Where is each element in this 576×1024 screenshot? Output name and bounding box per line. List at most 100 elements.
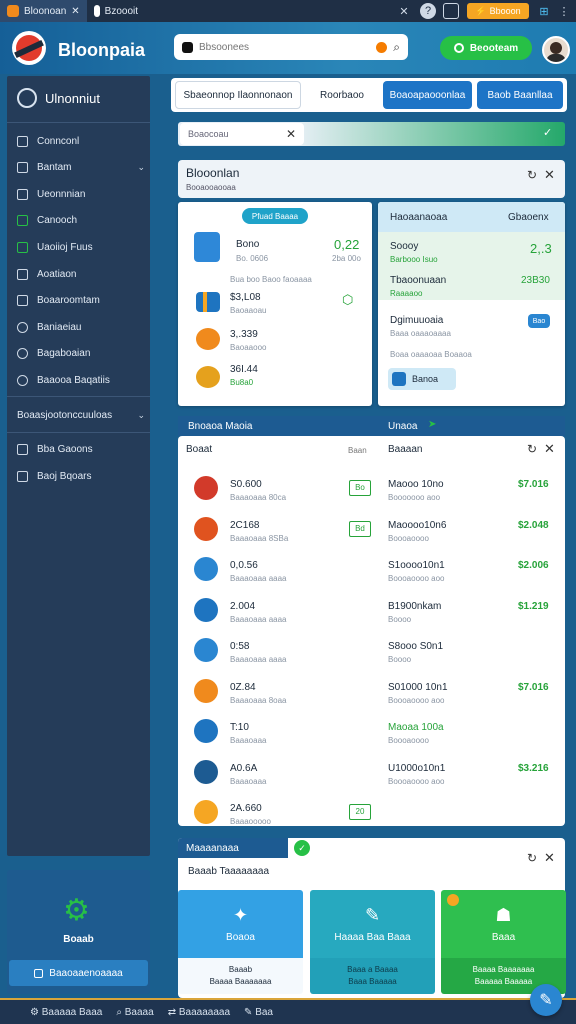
panel-tab[interactable]: Maaaanaaa (178, 838, 288, 858)
grid-icon (17, 135, 28, 147)
toolbar-pill-4[interactable]: Baob Baanllaa (477, 81, 563, 109)
row-icon (194, 638, 218, 662)
close-icon[interactable]: ✕ (544, 441, 555, 457)
card-line: Baaa a Baaaa (347, 965, 398, 974)
row-icon (194, 719, 218, 743)
sidebar-item-9[interactable]: Bagaboaian (17, 345, 145, 363)
chart-icon (17, 295, 28, 307)
row-sub: Baaaooooo (230, 817, 271, 826)
card-action-button[interactable]: Banoa (388, 368, 456, 390)
row-value: 2C168 (230, 519, 260, 531)
row-chip[interactable]: Bao (528, 314, 550, 328)
card-header-right: Gbaoenx (508, 212, 549, 223)
toolbar-pill-3[interactable]: Boaoapaooonlaa (383, 81, 472, 109)
row-tag[interactable]: 20 (349, 804, 371, 820)
sidebar-item-8[interactable]: Baniaeiau (17, 318, 145, 336)
sidebar-item-7[interactable]: Boaaroomtam (17, 292, 145, 310)
close-icon[interactable]: ✕ (286, 127, 296, 141)
sidebar-item-extra-1[interactable]: Bba Gaoons (17, 440, 145, 458)
row-sub: Boooaoooo (388, 736, 429, 745)
list-panel: Boaat Baan Baaaan ↻ ✕ S0.600 Baaaoaaa 80c… (178, 436, 565, 826)
summary-card: Pfuad Baaaa Bono Bo. 0606 0,22 2ba 00o B… (178, 202, 372, 406)
sidebar-item-6[interactable]: Aoatiaon (17, 265, 145, 283)
card-bottom: Baaab Baaaa Baaaaaaa (178, 958, 303, 994)
device-icon (194, 232, 220, 262)
row-amount: $7.016 (518, 681, 549, 693)
sidebar-item-4[interactable]: Canooch (17, 212, 145, 230)
row-value: 2,.3 (530, 241, 552, 256)
chevron-down-icon: ⌄ (137, 162, 145, 173)
circle-icon (453, 43, 464, 53)
card-top: ✎ Haaaa Baa Baaa (310, 890, 435, 958)
gear-icon[interactable]: ⚙ (63, 896, 90, 926)
tab-bloonoan[interactable]: Bloonoan ✕ (0, 0, 87, 22)
status-label: Baaaa (124, 1006, 154, 1018)
sidebar-item-1[interactable]: Connconl (17, 132, 145, 150)
filter-input[interactable]: Boaocoau ✕ (180, 123, 304, 145)
row-sub: Baaaoaaa 8SBa (230, 533, 289, 543)
settings-icon (17, 374, 28, 386)
item-sub: Bo. 0606 (236, 254, 269, 263)
windows-icon[interactable]: ⊞ (536, 3, 552, 19)
close-icon[interactable]: ✕ (71, 6, 79, 17)
close-icon[interactable]: ✕ (544, 850, 555, 866)
item-label: 3,.339 (230, 329, 258, 340)
status-item-2[interactable]: ⌕ Baaaa (116, 1007, 153, 1018)
item-value: 0,22 (334, 237, 360, 252)
status-item-3[interactable]: ⇄ Baaaaaaaa (168, 1007, 230, 1018)
card-chip[interactable]: Pfuad Baaaa (242, 208, 308, 224)
tab-label: Bloonoan (24, 5, 67, 17)
panel-title: Blooonlan (186, 166, 240, 180)
feature-card-1[interactable]: ✦ Boaoa Baaab Baaaa Baaaaaaa (178, 890, 303, 994)
settings-button[interactable]: Baaoaaenoaaaa (9, 960, 148, 986)
sidebar-settings-card: ⚙ Boaab Baaoaaenoaaaa (7, 870, 150, 994)
toolbar-pill-2[interactable]: Roorbaoo (306, 81, 378, 109)
cta-label: Beooteam (469, 42, 519, 54)
menu-icon[interactable]: ⋮ (556, 3, 572, 19)
row-value: 0:58 (230, 641, 250, 652)
check-icon[interactable]: ✓ (543, 126, 552, 139)
row-sub: Baaaoaaa aaaa (230, 614, 287, 624)
feature-card-3[interactable]: ☗ Baaa Baaaa Baaaaaaa Baaaaa Baaaaa (441, 890, 566, 994)
row-icon (194, 597, 218, 622)
search-icon[interactable]: ⌕ (393, 40, 400, 55)
avatar[interactable] (542, 36, 570, 64)
profile-icon (182, 41, 193, 53)
tab-bzoooit[interactable]: Bzoooit (87, 0, 145, 22)
status-item-1[interactable]: ⚙ Baaaaa Baaa (30, 1007, 102, 1018)
item-value-sub: 2ba 00o (332, 254, 361, 263)
sidebar-item-label: Baniaeiau (37, 321, 82, 333)
row-value: 0Z.84 (230, 681, 256, 693)
search-input[interactable] (199, 41, 371, 53)
row-tag[interactable]: Bd (349, 520, 371, 537)
close-icon[interactable]: ✕ (396, 3, 412, 19)
primary-action-button[interactable]: Beooteam (440, 36, 532, 60)
close-icon[interactable]: ✕ (544, 167, 555, 183)
refresh-icon[interactable]: ↻ (527, 442, 537, 456)
help-icon[interactable]: ? (420, 3, 436, 19)
sidebar-item-5[interactable]: Uaoiioj Fuus (17, 238, 145, 256)
refresh-icon[interactable]: ↻ (527, 168, 537, 182)
sidebar-item-extra-2[interactable]: Baoj Bqoars (17, 467, 145, 485)
search-box[interactable]: ⌕ (174, 34, 408, 60)
floating-action-button[interactable]: ✎ (530, 984, 562, 1016)
status-label: Baa (255, 1006, 273, 1018)
sidebar-item-2[interactable]: Bantam ⌄ (17, 159, 145, 177)
row-icon (194, 800, 218, 824)
row-amount: $1.219 (518, 600, 549, 612)
sidebar-item-10[interactable]: Baaooa Baqatiis (17, 371, 145, 389)
status-item-4[interactable]: ✎ Baa (244, 1007, 273, 1018)
feature-card-2[interactable]: ✎ Haaaa Baa Baaa Baaa a Baaaa Baaa Baaaa… (310, 890, 435, 994)
refresh-icon[interactable]: ↻ (527, 851, 537, 865)
app-icon (7, 5, 19, 17)
row-sub: Boaa oaaaoaa Boaaoa (390, 350, 472, 359)
row-name: S8ooo S0n1 (388, 641, 444, 652)
window-icon[interactable] (443, 3, 459, 19)
wallet-icon (196, 366, 220, 388)
badge-button[interactable]: ⚡ Bbooon (467, 3, 529, 19)
tab-label: Bzoooit (104, 5, 139, 17)
row-tag[interactable]: Bo (349, 480, 371, 496)
toolbar-pill-1[interactable]: Sbaeonnop Ilaonnonaon (175, 81, 301, 109)
sidebar-item-3[interactable]: Ueonnnian (17, 185, 145, 203)
sidebar-section[interactable]: Boaasjootonccuuloas ⌄ (17, 406, 145, 424)
